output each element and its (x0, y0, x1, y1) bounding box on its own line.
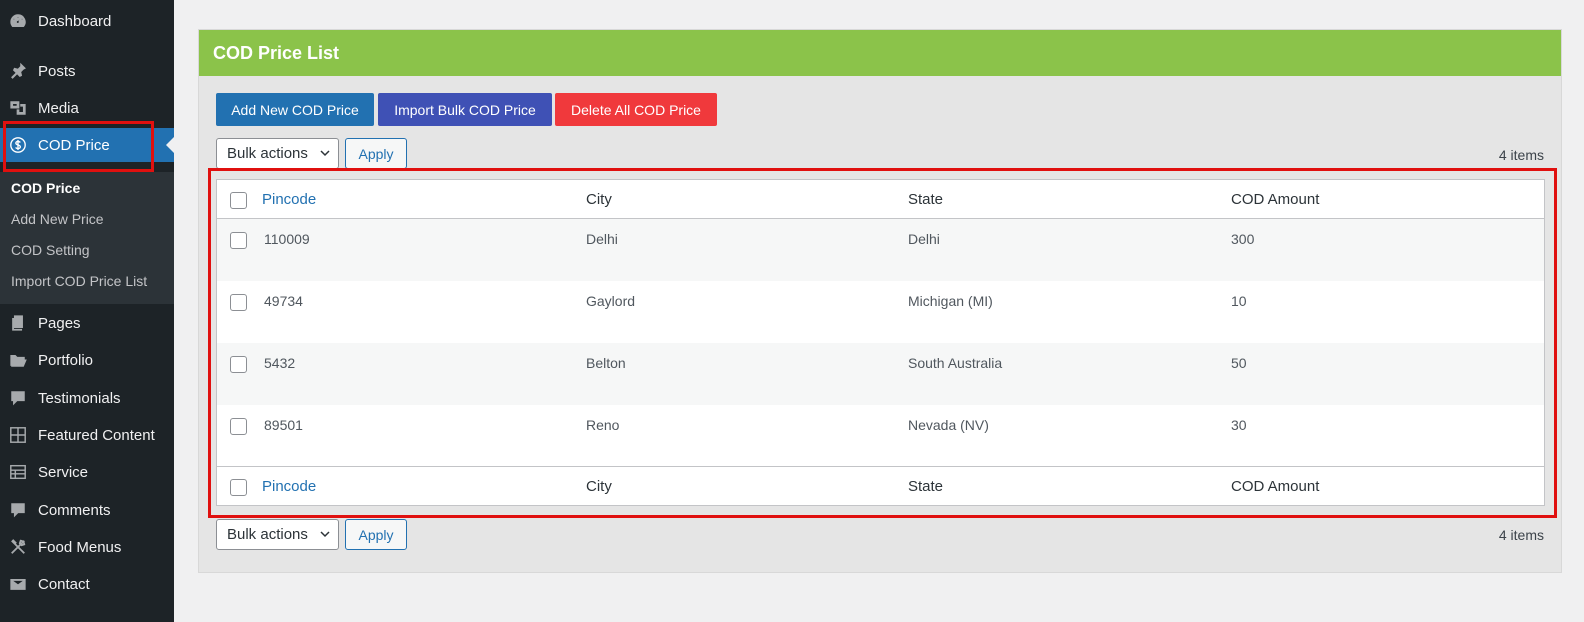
comment-icon (8, 500, 28, 520)
media-icon (8, 98, 28, 118)
bulk-actions-value: Bulk actions (227, 145, 308, 162)
service-icon (8, 462, 28, 482)
sidebar-item-label: Featured Content (38, 426, 155, 444)
sidebar-item-food-menus[interactable]: Food Menus (0, 530, 174, 564)
chevron-down-icon (320, 150, 330, 157)
add-new-cod-price-button[interactable]: Add New COD Price (216, 93, 374, 126)
submenu-item-cod-setting[interactable]: COD Setting (11, 242, 90, 258)
delete-all-cod-price-button[interactable]: Delete All COD Price (555, 93, 717, 126)
folder-icon (8, 350, 28, 370)
apply-button-bottom[interactable]: Apply (345, 519, 407, 550)
dashboard-icon (8, 11, 28, 31)
bulk-actions-select-top[interactable]: Bulk actions (216, 138, 339, 169)
panel-title: COD Price List (199, 30, 1561, 76)
cod-price-submenu: COD Price Add New Price COD Setting Impo… (0, 172, 174, 304)
sidebar-item-label: Dashboard (38, 12, 112, 30)
sidebar-item-service[interactable]: Service (0, 455, 174, 489)
admin-sidebar: Dashboard Posts Media COD Price COD Pric… (0, 0, 174, 622)
sidebar-item-media[interactable]: Media (0, 91, 174, 125)
sidebar-item-label: Posts (38, 62, 76, 80)
chevron-down-icon (320, 531, 330, 538)
sidebar-item-label: Testimonials (38, 389, 121, 407)
sidebar-item-posts[interactable]: Posts (0, 54, 174, 88)
import-bulk-cod-price-button[interactable]: Import Bulk COD Price (378, 93, 552, 126)
submenu-item-cod-price[interactable]: COD Price (11, 180, 80, 196)
bulk-actions-select-bottom[interactable]: Bulk actions (216, 519, 339, 550)
testimonial-icon (8, 388, 28, 408)
submenu-item-import-cod-price-list[interactable]: Import COD Price List (11, 273, 147, 289)
sidebar-item-label: Media (38, 99, 79, 117)
sidebar-item-dashboard[interactable]: Dashboard (0, 4, 174, 38)
sidebar-item-comments[interactable]: Comments (0, 493, 174, 527)
active-indicator (166, 137, 174, 153)
mail-icon (8, 574, 28, 594)
apply-button-top[interactable]: Apply (345, 138, 407, 169)
sidebar-item-featured-content[interactable]: Featured Content (0, 418, 174, 452)
table-highlight (208, 168, 1557, 518)
grid-icon (8, 425, 28, 445)
utensils-icon (8, 537, 28, 557)
sidebar-item-label: Service (38, 463, 89, 481)
items-count-bottom: 4 items (1498, 527, 1544, 543)
cod-price-highlight (3, 121, 154, 172)
pages-icon (8, 313, 28, 333)
sidebar-item-pages[interactable]: Pages (0, 306, 174, 340)
sidebar-item-contact[interactable]: Contact (0, 567, 174, 601)
sidebar-item-label: Pages (38, 314, 81, 332)
bulk-actions-value: Bulk actions (227, 526, 308, 543)
submenu-item-add-new-price[interactable]: Add New Price (11, 211, 104, 227)
items-count-top: 4 items (1498, 147, 1544, 163)
sidebar-item-portfolio[interactable]: Portfolio (0, 343, 174, 377)
sidebar-item-label: Portfolio (38, 351, 94, 369)
sidebar-item-testimonials[interactable]: Testimonials (0, 381, 174, 415)
sidebar-item-label: Food Menus (38, 538, 122, 556)
pin-icon (8, 61, 28, 81)
sidebar-item-label: Contact (38, 575, 90, 593)
sidebar-item-label: Comments (38, 501, 111, 519)
